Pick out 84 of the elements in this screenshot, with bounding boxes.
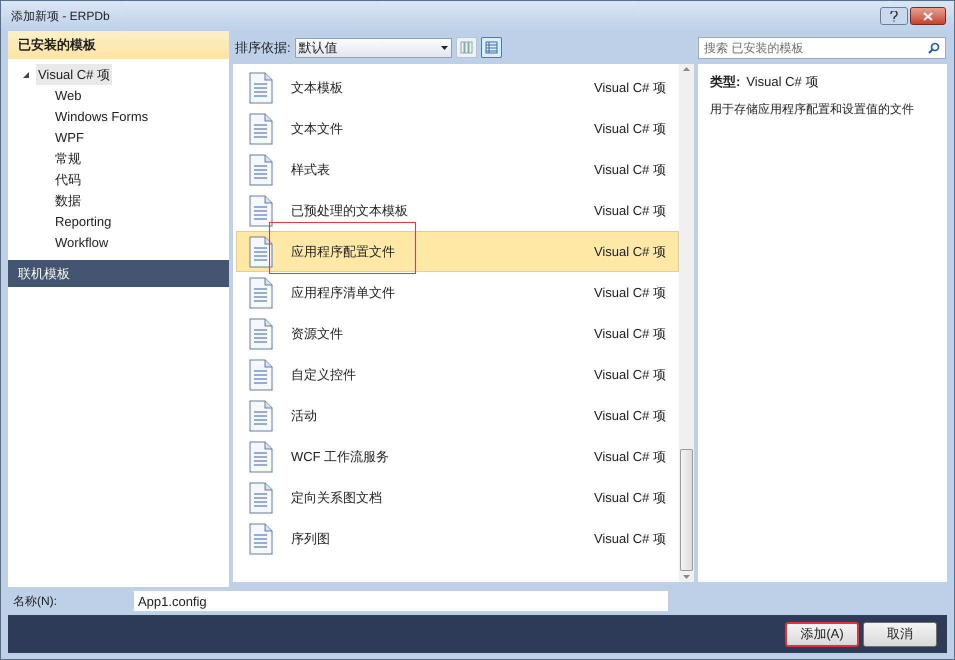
online-templates-header[interactable]: 联机模板 [8,260,229,287]
template-type: Visual C# 项 [594,120,666,138]
tree-item[interactable]: 常规 [54,148,82,168]
scroll-down-icon[interactable] [683,575,690,579]
search-icon [928,42,940,54]
tree-item[interactable]: Workflow [54,232,110,252]
tree-item[interactable]: Visual C# 项 [36,64,112,85]
grid-icon [460,41,473,54]
template-type: Visual C# 项 [594,284,666,302]
document-icon [247,72,275,104]
template-row[interactable]: 自定义控件 Visual C# 项 [236,354,679,395]
template-name: 文本文件 [291,120,344,138]
template-type: Visual C# 项 [594,366,666,384]
document-icon [247,400,275,432]
help-button[interactable] [880,7,908,25]
window-title: 添加新项 - ERPDb [11,8,110,25]
template-type: Visual C# 项 [594,530,666,548]
template-description: 用于存储应用程序配置和设置值的文件 [710,100,915,118]
template-row[interactable]: 定向关系图文档 Visual C# 项 [236,477,679,518]
scroll-thumb[interactable] [680,449,693,571]
tree-item[interactable]: 数据 [54,190,82,210]
expand-arrow-icon[interactable] [22,70,30,78]
dropdown-caret-icon [440,46,448,50]
template-name: 自定义控件 [291,366,357,384]
help-icon [890,10,898,22]
scroll-up-icon[interactable] [683,67,690,71]
close-icon [923,12,933,20]
document-icon [247,154,275,186]
template-row[interactable]: WCF 工作流服务 Visual C# 项 [236,436,679,477]
type-value: Visual C# 项 [746,73,818,91]
document-icon [247,440,275,472]
template-row[interactable]: 文本模板 Visual C# 项 [236,67,679,108]
list-icon [484,41,498,54]
tree-item[interactable]: Web [54,86,82,106]
template-type: Visual C# 项 [594,160,666,179]
template-name: 活动 [291,406,318,425]
type-label: 类型: [710,73,740,91]
tree-item[interactable]: Reporting [54,212,112,232]
dialog-button[interactable]: 取消 [863,622,937,646]
document-icon [247,276,275,308]
sort-label: 排序依据: [235,38,291,57]
template-name: 资源文件 [291,324,344,343]
document-icon [247,482,275,514]
template-row[interactable]: 资源文件 Visual C# 项 [236,313,679,354]
document-icon [247,522,275,554]
document-icon [247,318,275,350]
template-name: 应用程序清单文件 [291,284,396,302]
template-name: 应用程序配置文件 [291,242,396,261]
template-name: WCF 工作流服务 [291,448,390,466]
tree-item[interactable]: WPF [54,128,85,148]
document-icon [247,194,275,226]
sort-dropdown[interactable]: 默认值 [294,38,452,58]
close-button[interactable] [910,7,946,25]
template-type: Visual C# 项 [594,324,666,343]
document-icon [247,358,275,390]
template-name: 样式表 [291,160,331,179]
template-name: 文本模板 [291,78,344,97]
tree-item[interactable]: 代码 [54,170,82,190]
document-icon [247,112,275,144]
template-row[interactable]: 已预处理的文本模板 Visual C# 项 [236,190,679,231]
tree-item[interactable]: Windows Forms [54,106,150,126]
template-name: 序列图 [291,530,331,548]
template-type: Visual C# 项 [594,78,666,97]
template-row[interactable]: 文本文件 Visual C# 项 [236,108,679,149]
dialog-button[interactable]: 添加(A) [785,622,859,646]
template-type: Visual C# 项 [594,202,666,220]
template-type: Visual C# 项 [594,242,666,261]
details-view-button[interactable] [480,37,502,58]
template-name: 定向关系图文档 [291,488,383,507]
template-type: Visual C# 项 [594,488,666,507]
template-row[interactable]: 序列图 Visual C# 项 [236,518,679,559]
list-view-button[interactable] [456,37,477,58]
template-row[interactable]: 应用程序清单文件 Visual C# 项 [236,272,679,313]
template-type: Visual C# 项 [594,448,666,466]
document-icon [247,236,275,268]
template-type: Visual C# 项 [594,406,666,425]
template-name: 已预处理的文本模板 [291,202,409,220]
installed-templates-header: 已安装的模板 [8,31,229,59]
template-row[interactable]: 样式表 Visual C# 项 [236,149,679,190]
name-label: 名称(N): [13,593,58,610]
search-field[interactable]: 搜索 已安装的模板 [698,36,946,58]
template-row[interactable]: 应用程序配置文件 Visual C# 项 [236,231,679,272]
template-row[interactable]: 活动 Visual C# 项 [236,395,679,436]
name-input-field[interactable]: App1.config [133,590,669,612]
